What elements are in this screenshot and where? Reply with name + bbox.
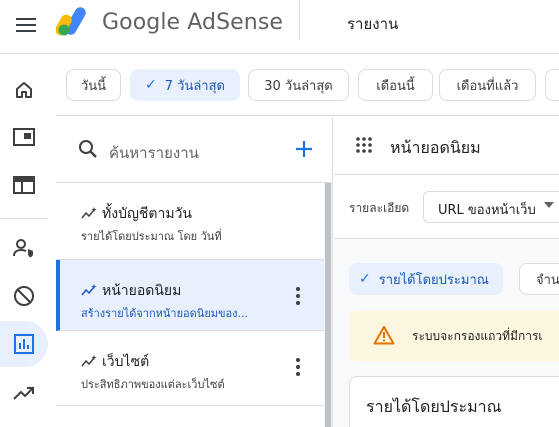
breakdown-dropdown[interactable]: URL ของหน้าเว็บ [423, 191, 559, 223]
report-title: หน้ายอดนิยม [102, 283, 182, 299]
report-title: ทั้งบัญชีตามวัน [102, 206, 192, 222]
rail-item-blocking[interactable] [0, 273, 48, 319]
metric-label: จำน [536, 272, 559, 288]
chip-label: เดือนนี้ [376, 78, 415, 94]
search-icon [79, 140, 97, 158]
side-navigation-rail [0, 54, 50, 427]
metric-chip-estimated-earnings[interactable]: ✓ รายได้โดยประมาณ [349, 263, 503, 295]
dropdown-arrow-icon [544, 202, 554, 208]
page-title: รายงาน [347, 15, 399, 33]
main-menu-button[interactable] [14, 13, 38, 37]
rail-item-reports[interactable] [0, 321, 48, 367]
rail-item-account-access[interactable] [0, 225, 48, 271]
earnings-card: รายได้โดยประมาณ [349, 376, 559, 427]
reports-icon [14, 334, 34, 354]
warning-icon [373, 326, 395, 345]
sites-icon [13, 176, 35, 194]
header-divider [299, 0, 300, 40]
scrollbar-thumb[interactable] [325, 183, 331, 427]
report-item-account-by-day[interactable]: ทั้งบัญชีตามวัน รายได้โดยประมาณ โดย วันท… [56, 183, 324, 260]
rail-item-ads[interactable] [0, 114, 48, 160]
chip-label: 30 วันล่าสุด [264, 78, 333, 94]
report-title-heading: หน้ายอดนิยม [390, 138, 481, 157]
breakdown-row: รายละเอียด URL ของหน้าเว็บ [334, 175, 559, 239]
sparkle-chart-icon [81, 355, 97, 367]
report-subtitle: สร้างรายได้จากหน้ายอดนิยมของ... [81, 307, 249, 320]
more-vert-icon [296, 287, 300, 291]
report-subtitle: ประสิทธิภาพของแต่ละเว็บไซต์ [81, 378, 225, 391]
check-icon: ✓ [145, 77, 157, 93]
rail-item-sites[interactable] [0, 162, 48, 208]
report-item-sites[interactable]: เว็บไซต์ ประสิทธิภาพของแต่ละเว็บไซต์ [56, 331, 324, 406]
optimization-icon [13, 387, 34, 400]
apps-grid-icon[interactable] [356, 137, 372, 153]
metric-label: รายได้โดยประมาณ [378, 272, 489, 288]
search-input[interactable]: ค้นหารายงาน [109, 141, 199, 165]
chip-last-month[interactable]: เดือนที่แล้ว [439, 69, 536, 101]
breakdown-label: รายละเอียด [349, 201, 410, 215]
more-options-button[interactable] [292, 355, 304, 379]
report-item-top-pages[interactable]: หน้ายอดนิยม สร้างรายได้จากหน้ายอดนิยมของ… [56, 260, 324, 331]
rail-divider [0, 218, 48, 219]
top-app-bar: Google AdSense รายงาน [0, 0, 559, 54]
chip-last-30-days[interactable]: 30 วันล่าสุด [248, 69, 349, 101]
metric-chip-secondary[interactable]: จำน [519, 263, 559, 295]
report-header: หน้ายอดนิยม [334, 117, 559, 175]
chip-label: 7 วันล่าสุด [164, 78, 225, 94]
card-title: รายได้โดยประมาณ [366, 397, 502, 416]
report-title: เว็บไซต์ [102, 354, 150, 370]
blocking-icon [14, 286, 34, 306]
adsense-logo-icon [56, 7, 86, 36]
check-icon: ✓ [359, 271, 371, 287]
report-list-panel: ค้นหารายงาน ทั้งบัญชีตามวัน รายได้โดยประ… [56, 117, 333, 427]
home-icon [16, 82, 32, 98]
plus-icon [296, 141, 312, 157]
report-list-scrollbar[interactable] [324, 183, 332, 427]
report-item-partial[interactable] [56, 406, 324, 427]
brand-name: Google AdSense [102, 10, 284, 35]
sparkle-chart-icon [81, 207, 97, 219]
warning-text: ระบบจะกรองแถวที่มีการเ [412, 329, 543, 343]
sparkle-chart-icon [81, 284, 97, 296]
report-content: หน้ายอดนิยม รายละเอียด URL ของหน้าเว็บ ✓… [334, 117, 559, 427]
report-subtitle: รายได้โดยประมาณ โดย วันที่ [81, 230, 222, 243]
rail-item-home[interactable] [0, 67, 48, 113]
more-options-button[interactable] [292, 284, 304, 308]
hamburger-menu-icon [16, 18, 36, 32]
chip-label: เดือนที่แล้ว [456, 78, 519, 94]
chip-last-7-days[interactable]: ✓ 7 วันล่าสุด [130, 69, 240, 101]
account-access-icon [13, 239, 33, 258]
warning-banner: ระบบจะกรองแถวที่มีการเ [349, 311, 559, 361]
ads-icon [13, 128, 35, 146]
report-search[interactable]: ค้นหารายงาน [56, 117, 332, 183]
chip-this-month[interactable]: เดือนนี้ [358, 69, 433, 101]
chip-more[interactable] [545, 69, 559, 101]
chip-label: วันนี้ [80, 78, 107, 94]
breakdown-value: URL ของหน้าเว็บ [438, 203, 536, 218]
date-range-chips: วันนี้ ✓ 7 วันล่าสุด 30 วันล่าสุด เดือนน… [56, 54, 559, 116]
rail-item-optimization[interactable] [0, 370, 48, 416]
more-vert-icon [296, 358, 300, 362]
add-report-button[interactable] [292, 137, 316, 161]
chip-today[interactable]: วันนี้ [66, 69, 121, 101]
